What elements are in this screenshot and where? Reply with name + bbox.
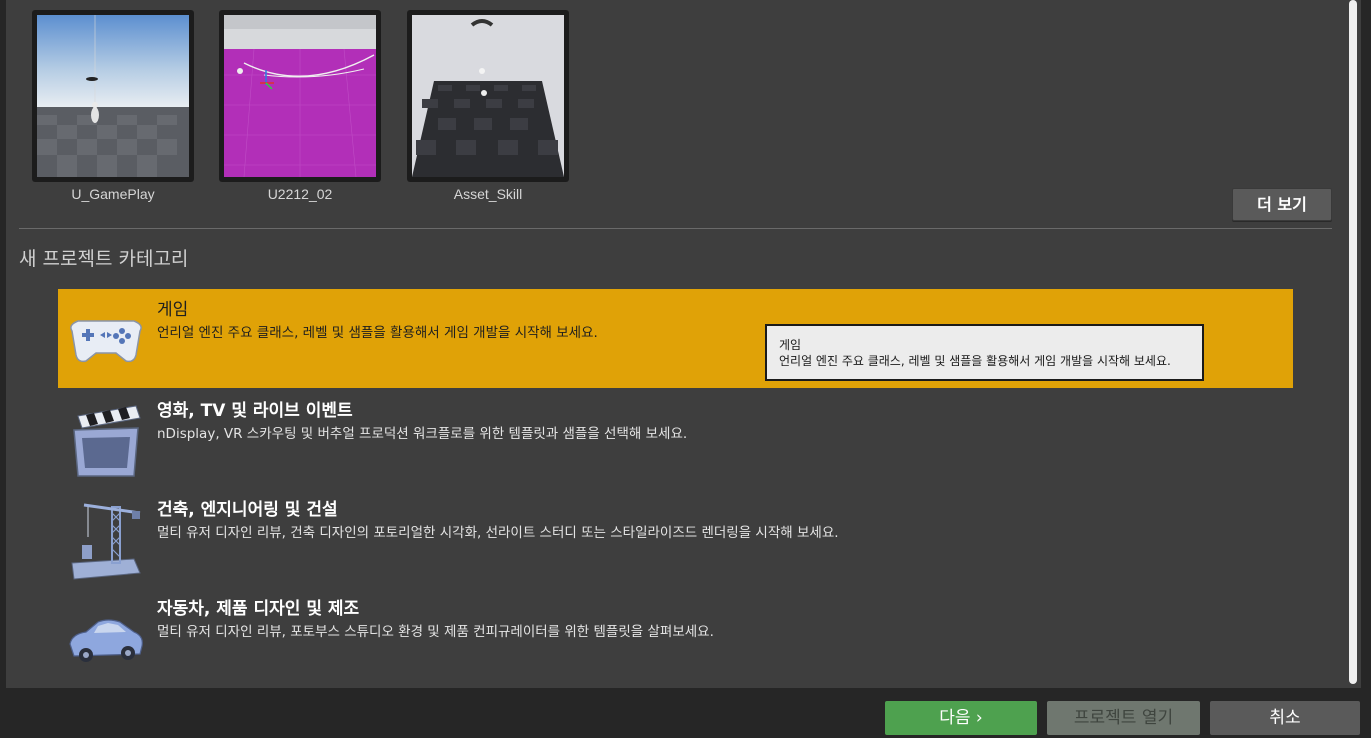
more-button[interactable]: 더 보기 [1232, 188, 1332, 221]
next-button[interactable]: 다음 › [885, 701, 1037, 735]
category-description: 멀티 유저 디자인 리뷰, 건축 디자인의 포토리얼한 시각화, 선라이트 스터… [157, 525, 839, 541]
category-title: 영화, TV 및 라이브 이벤트 [157, 401, 353, 421]
project-name: U_GamePlay [71, 186, 155, 202]
project-thumbnail [37, 15, 189, 177]
section-title: 새 프로젝트 카테고리 [19, 248, 189, 270]
tooltip-description: 언리얼 엔진 주요 클래스, 레벨 및 샘플을 활용해서 게임 개발을 시작해 … [779, 354, 1171, 368]
tooltip-title: 게임 [779, 338, 802, 352]
category-title: 자동차, 제품 디자인 및 제조 [157, 599, 360, 619]
project-name: U2212_02 [267, 186, 333, 202]
clapperboard-icon [64, 398, 148, 482]
project-tile-asset-skill[interactable]: Asset_Skill [407, 10, 569, 205]
category-description: 언리얼 엔진 주요 클래스, 레벨 및 샘플을 활용해서 게임 개발을 시작해 … [157, 325, 598, 341]
category-architecture-engineering[interactable]: 건축, 엔지니어링 및 건설 멀티 유저 디자인 리뷰, 건축 디자인의 포토리… [58, 489, 1293, 588]
car-icon [64, 596, 148, 680]
scrollbar-thumb[interactable] [1349, 0, 1357, 684]
gamepad-icon [64, 297, 148, 381]
category-description: 멀티 유저 디자인 리뷰, 포토부스 스튜디오 환경 및 제품 컨피규레이터를 … [157, 624, 714, 640]
category-description: nDisplay, VR 스카우팅 및 버추얼 프로덕션 워크플로를 위한 템플… [157, 426, 688, 442]
project-thumbnail-frame [32, 10, 194, 182]
category-automotive-product-design[interactable]: 자동차, 제품 디자인 및 제조 멀티 유저 디자인 리뷰, 포토부스 스튜디오… [58, 588, 1293, 687]
project-tile-u-gameplay[interactable]: U_GamePlay [32, 10, 194, 205]
category-title: 건축, 엔지니어링 및 건설 [157, 500, 338, 520]
project-thumbnail-frame [407, 10, 569, 182]
project-thumbnail-frame [219, 10, 381, 182]
open-project-button[interactable]: 프로젝트 열기 [1047, 701, 1200, 735]
project-thumbnail [224, 15, 376, 177]
category-title: 게임 [157, 300, 189, 320]
project-thumbnail [412, 15, 564, 177]
category-tooltip: 게임 언리얼 엔진 주요 클래스, 레벨 및 샘플을 활용해서 게임 개발을 시… [765, 324, 1204, 381]
project-tile-u2212-02[interactable]: U2212_02 [219, 10, 381, 205]
category-film-tv-live-events[interactable]: 영화, TV 및 라이브 이벤트 nDisplay, VR 스카우팅 및 버추얼… [58, 390, 1293, 489]
section-divider [19, 228, 1332, 229]
project-name: Asset_Skill [453, 186, 523, 202]
crane-icon [64, 497, 148, 581]
cancel-button[interactable]: 취소 [1210, 701, 1360, 735]
